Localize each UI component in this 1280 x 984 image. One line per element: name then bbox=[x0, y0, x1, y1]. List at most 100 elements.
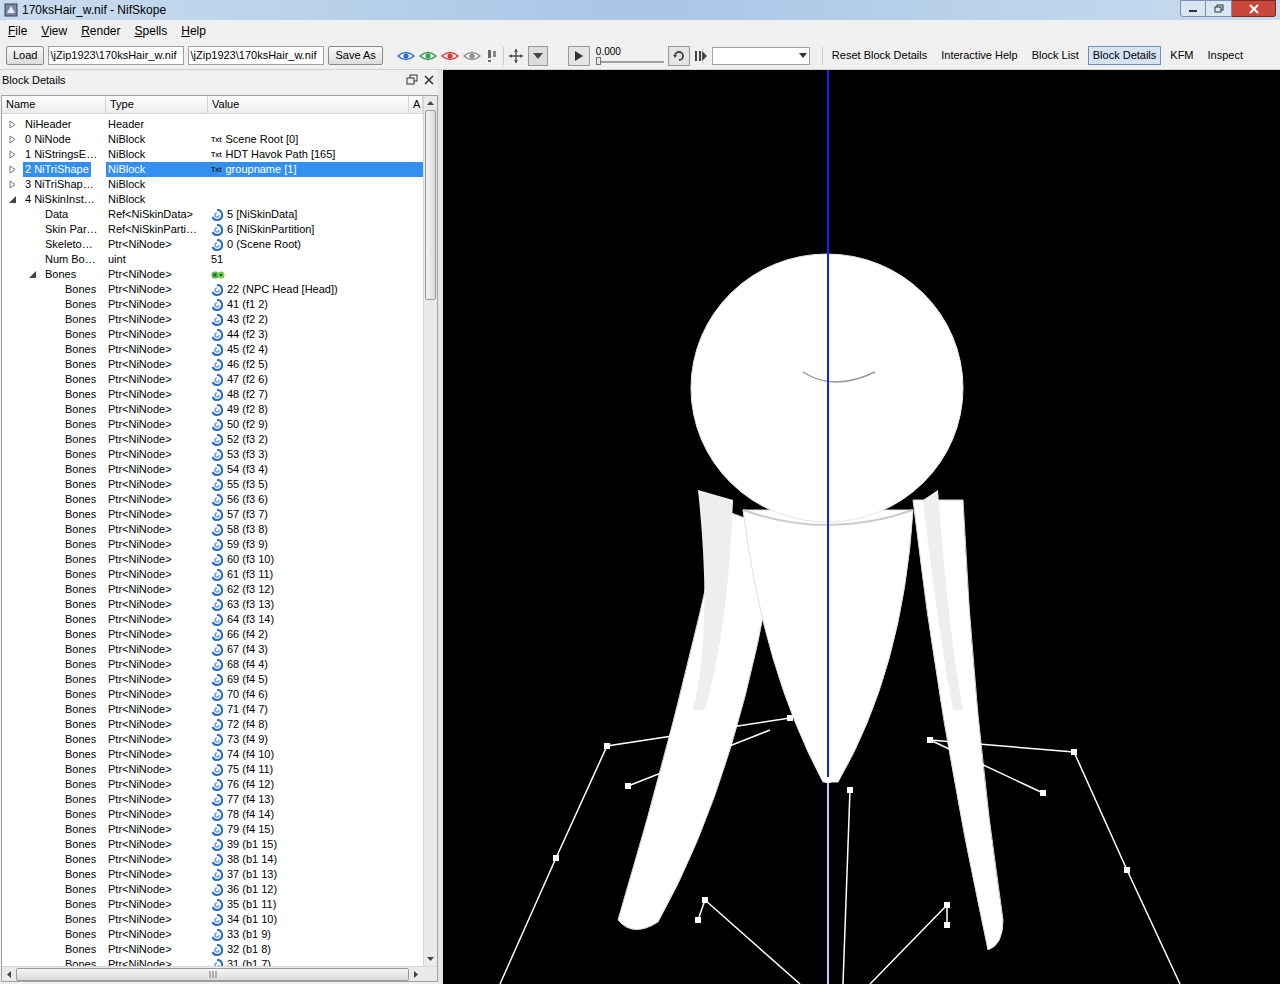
value-cell[interactable]: 45 (f2 4) bbox=[208, 342, 409, 357]
time-slider[interactable] bbox=[596, 57, 664, 65]
collapsed-arrow-icon[interactable] bbox=[8, 135, 17, 144]
tree-row[interactable]: BonesPtr<NiNode>47 (f2 6) bbox=[2, 372, 423, 387]
menu-item[interactable]: File bbox=[2, 22, 33, 40]
value-cell[interactable]: 68 (f4 4) bbox=[208, 657, 409, 672]
tree-row[interactable]: BonesPtr<NiNode> bbox=[2, 267, 423, 282]
tree-row[interactable]: BonesPtr<NiNode>52 (f3 2) bbox=[2, 432, 423, 447]
tree-row[interactable]: 1 NiStringsE…NiBlockTxtHDT Havok Path [1… bbox=[2, 147, 423, 162]
tree-row[interactable]: BonesPtr<NiNode>60 (f3 10) bbox=[2, 552, 423, 567]
value-cell[interactable]: 51 bbox=[208, 252, 409, 267]
switch-icon[interactable] bbox=[694, 49, 708, 63]
tree-row[interactable]: BonesPtr<NiNode>22 (NPC Head [Head]) bbox=[2, 282, 423, 297]
tree-row[interactable]: BonesPtr<NiNode>39 (b1 15) bbox=[2, 837, 423, 852]
value-cell[interactable]: 38 (b1 14) bbox=[208, 852, 409, 867]
value-cell[interactable]: 74 (f4 10) bbox=[208, 747, 409, 762]
menu-item[interactable]: Render bbox=[75, 22, 126, 40]
value-cell[interactable]: 41 (f1 2) bbox=[208, 297, 409, 312]
tree-row[interactable]: BonesPtr<NiNode>61 (f3 11) bbox=[2, 567, 423, 582]
eye-green-icon[interactable] bbox=[419, 49, 437, 63]
tree-row[interactable]: BonesPtr<NiNode>69 (f4 5) bbox=[2, 672, 423, 687]
expanded-arrow-icon[interactable] bbox=[8, 195, 17, 204]
value-cell[interactable]: 5 [NiSkinData] bbox=[208, 207, 409, 222]
value-cell[interactable]: 52 (f3 2) bbox=[208, 432, 409, 447]
tree-row[interactable]: BonesPtr<NiNode>38 (b1 14) bbox=[2, 852, 423, 867]
value-cell[interactable]: 46 (f2 5) bbox=[208, 357, 409, 372]
value-cell[interactable]: 31 (b1 7) bbox=[208, 957, 409, 966]
value-cell[interactable]: 49 (f2 8) bbox=[208, 402, 409, 417]
vertical-scrollbar[interactable] bbox=[423, 96, 437, 966]
tree-row[interactable]: BonesPtr<NiNode>58 (f3 8) bbox=[2, 522, 423, 537]
tree-row[interactable]: BonesPtr<NiNode>55 (f3 5) bbox=[2, 477, 423, 492]
menu-item[interactable]: Spells bbox=[129, 22, 174, 40]
value-cell[interactable]: 66 (f4 2) bbox=[208, 627, 409, 642]
3d-viewport[interactable] bbox=[443, 70, 1280, 984]
value-cell[interactable]: 63 (f3 13) bbox=[208, 597, 409, 612]
tree-row[interactable]: 4 NiSkinInst…NiBlock bbox=[2, 192, 423, 207]
column-header[interactable]: Name bbox=[2, 96, 106, 113]
value-cell[interactable]: 64 (f3 14) bbox=[208, 612, 409, 627]
time-control[interactable]: 0.000 bbox=[596, 46, 664, 65]
value-cell[interactable]: 48 (f2 7) bbox=[208, 387, 409, 402]
collapsed-arrow-icon[interactable] bbox=[8, 120, 17, 129]
tree-row[interactable]: BonesPtr<NiNode>54 (f3 4) bbox=[2, 462, 423, 477]
value-cell[interactable]: 79 (f4 15) bbox=[208, 822, 409, 837]
tree-row[interactable]: BonesPtr<NiNode>50 (f2 9) bbox=[2, 417, 423, 432]
tree-row[interactable]: BonesPtr<NiNode>78 (f4 14) bbox=[2, 807, 423, 822]
tree-row[interactable]: BonesPtr<NiNode>74 (f4 10) bbox=[2, 747, 423, 762]
tree-row[interactable]: 3 NiTriShap…NiBlock bbox=[2, 177, 423, 192]
collapsed-arrow-icon[interactable] bbox=[8, 150, 17, 159]
view-toggle-button[interactable]: Interactive Help bbox=[936, 46, 1022, 65]
load-button[interactable]: Load bbox=[6, 46, 44, 65]
tree-row[interactable]: BonesPtr<NiNode>59 (f3 9) bbox=[2, 537, 423, 552]
value-cell[interactable]: 73 (f4 9) bbox=[208, 732, 409, 747]
value-cell[interactable]: 43 (f2 2) bbox=[208, 312, 409, 327]
column-header[interactable]: Type bbox=[106, 96, 208, 113]
column-header[interactable]: Value bbox=[208, 96, 409, 113]
tree-row[interactable]: DataRef<NiSkinData>5 [NiSkinData] bbox=[2, 207, 423, 222]
value-cell[interactable]: 53 (f3 3) bbox=[208, 447, 409, 462]
eye-red-icon[interactable] bbox=[441, 49, 459, 63]
view-toggle-button[interactable]: Block Details bbox=[1088, 46, 1162, 65]
value-cell[interactable]: 22 (NPC Head [Head]) bbox=[208, 282, 409, 297]
loop-button[interactable] bbox=[668, 46, 690, 66]
tree-row[interactable]: BonesPtr<NiNode>49 (f2 8) bbox=[2, 402, 423, 417]
value-cell[interactable]: 0 (Scene Root) bbox=[208, 237, 409, 252]
tree-row[interactable]: BonesPtr<NiNode>36 (b1 12) bbox=[2, 882, 423, 897]
value-cell[interactable] bbox=[208, 267, 409, 282]
tree-row[interactable]: BonesPtr<NiNode>70 (f4 6) bbox=[2, 687, 423, 702]
value-cell[interactable]: 76 (f4 12) bbox=[208, 777, 409, 792]
dock-close-icon[interactable] bbox=[424, 75, 434, 85]
eye-gray-icon[interactable] bbox=[463, 49, 481, 63]
value-cell[interactable]: 39 (b1 15) bbox=[208, 837, 409, 852]
tree-row[interactable]: BonesPtr<NiNode>64 (f3 14) bbox=[2, 612, 423, 627]
tree-row[interactable]: Skin Par…Ref<NiSkinParti…6 [NiSkinPartit… bbox=[2, 222, 423, 237]
tree-row[interactable]: BonesPtr<NiNode>68 (f4 4) bbox=[2, 657, 423, 672]
value-cell[interactable]: 67 (f4 3) bbox=[208, 642, 409, 657]
collapsed-arrow-icon[interactable] bbox=[8, 180, 17, 189]
scroll-up-icon[interactable] bbox=[427, 101, 434, 105]
value-cell[interactable]: 69 (f4 5) bbox=[208, 672, 409, 687]
tree-row[interactable]: 2 NiTriShapeNiBlockTxtgroupname [1] bbox=[2, 162, 423, 177]
scroll-down-icon[interactable] bbox=[427, 957, 434, 961]
view-toggle-button[interactable]: Inspect bbox=[1203, 46, 1248, 65]
save-as-button[interactable]: Save As bbox=[328, 46, 382, 65]
collapsed-arrow-icon[interactable] bbox=[8, 165, 17, 174]
value-cell[interactable]: 61 (f3 11) bbox=[208, 567, 409, 582]
value-cell[interactable] bbox=[208, 177, 409, 192]
value-cell[interactable]: 32 (b1 8) bbox=[208, 942, 409, 957]
tree-row[interactable]: Skeleto…Ptr<NiNode>0 (Scene Root) bbox=[2, 237, 423, 252]
value-cell[interactable]: 60 (f3 10) bbox=[208, 552, 409, 567]
tree-row[interactable]: BonesPtr<NiNode>48 (f2 7) bbox=[2, 387, 423, 402]
value-cell[interactable]: 36 (b1 12) bbox=[208, 882, 409, 897]
tree-row[interactable]: BonesPtr<NiNode>71 (f4 7) bbox=[2, 702, 423, 717]
warning-icon[interactable] bbox=[485, 49, 499, 63]
value-cell[interactable]: 55 (f3 5) bbox=[208, 477, 409, 492]
value-cell[interactable]: 57 (f3 7) bbox=[208, 507, 409, 522]
close-button[interactable] bbox=[1232, 0, 1276, 17]
value-cell[interactable]: 33 (b1 9) bbox=[208, 927, 409, 942]
value-cell[interactable] bbox=[208, 117, 409, 132]
value-cell[interactable]: 35 (b1 11) bbox=[208, 897, 409, 912]
value-cell[interactable]: Txtgroupname [1] bbox=[208, 162, 409, 177]
value-cell[interactable]: 37 (b1 13) bbox=[208, 867, 409, 882]
tree-row[interactable]: NiHeaderHeader bbox=[2, 117, 423, 132]
